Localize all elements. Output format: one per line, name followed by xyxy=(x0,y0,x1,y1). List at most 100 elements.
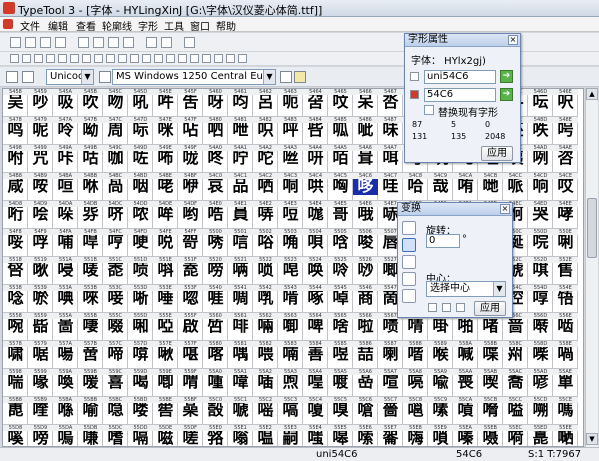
glyph-cell[interactable]: 唿 553F xyxy=(178,285,203,313)
glyph-cell[interactable]: 吹 545B xyxy=(78,89,103,117)
glyph-cell[interactable]: 啿 557F xyxy=(178,341,203,369)
glyph-cell[interactable]: 呮 5482 xyxy=(253,117,278,145)
redo-icon[interactable] xyxy=(161,37,172,48)
menu-view[interactable]: 查看 xyxy=(76,18,96,33)
glyph-cell[interactable]: 嗣 55E3 xyxy=(278,425,303,446)
glyph-cell[interactable]: 嗤 55E4 xyxy=(303,425,328,446)
glyph-cell[interactable]: 喃 5583 xyxy=(278,341,303,369)
glyph-cell[interactable]: 唍 550D xyxy=(528,229,553,257)
glyph-cell[interactable]: 呁 5461 xyxy=(228,89,253,117)
glyph-cell[interactable]: 哅 54C5 xyxy=(328,173,353,201)
glyph-cell[interactable]: 嗈 55C8 xyxy=(403,397,428,425)
glyph-cell[interactable]: 啸 5578 xyxy=(3,341,28,369)
glyph-cell[interactable]: 喋 558B xyxy=(478,341,503,369)
glyph-cell[interactable]: 員 54E1 xyxy=(228,201,253,229)
glyph-cell[interactable]: 啚 555A xyxy=(53,313,78,341)
new-icon[interactable] xyxy=(10,37,21,48)
glyph-cell[interactable]: 啎 554E xyxy=(553,285,578,313)
glyph-cell[interactable]: 哤 54E4 xyxy=(303,201,328,229)
glyph-cell[interactable]: 啺 557A xyxy=(53,341,78,369)
glyph-cell[interactable]: 啜 555C xyxy=(103,313,128,341)
menu-tools[interactable]: 工具 xyxy=(164,18,184,33)
scroll-thumb[interactable] xyxy=(587,198,597,258)
glyph-cell[interactable]: 喢 55A2 xyxy=(253,369,278,397)
glyph-cell[interactable]: 嗦 55E6 xyxy=(353,425,378,446)
glyph-cell[interactable]: 咗 549D xyxy=(128,145,153,173)
glyph-cell[interactable]: 啾 557E xyxy=(153,341,178,369)
glyph-cell[interactable]: 哙 54D9 xyxy=(28,201,53,229)
glyph-cell[interactable]: 唸 5538 xyxy=(3,285,28,313)
glyph-cell[interactable]: 唀 5500 xyxy=(203,229,228,257)
glyph-cell[interactable]: 喀 5580 xyxy=(203,341,228,369)
measure-tool-icon[interactable] xyxy=(130,54,139,63)
glyph-cell[interactable]: 唺 553A xyxy=(53,285,78,313)
glyph-cell[interactable]: 喟 559F xyxy=(178,369,203,397)
glyph-cell[interactable]: 唝 551D xyxy=(128,257,153,285)
color-tool-icon[interactable] xyxy=(178,54,187,63)
apply-name-icon[interactable]: ➔ xyxy=(500,70,513,83)
glyph-cell[interactable]: 嗨 55E8 xyxy=(403,425,428,446)
glyph-cell[interactable]: 喘 5598 xyxy=(3,369,28,397)
glyph-cell[interactable]: 喺 55BA xyxy=(53,397,78,425)
apply-unicode-icon[interactable]: ➔ xyxy=(500,88,513,101)
glyph-cell[interactable]: 呃 5463 xyxy=(278,89,303,117)
glyph-cell[interactable]: 咡 54A7 xyxy=(378,145,403,173)
glyph-cell[interactable]: 嗝 55DD xyxy=(128,425,153,446)
glyph-cell[interactable]: 吼 545D xyxy=(128,89,153,117)
glyph-cell[interactable]: 啹 5579 xyxy=(28,341,53,369)
glyph-cell[interactable]: 哿 54FF xyxy=(178,229,203,257)
glyph-cell[interactable]: 嗇 55C7 xyxy=(378,397,403,425)
glyph-cell[interactable]: 哦 54E6 xyxy=(353,201,378,229)
glyph-cell[interactable]: 喉 5589 xyxy=(428,341,453,369)
vertical-scrollbar[interactable]: ▲ ▼ xyxy=(585,88,598,447)
glyph-cell[interactable]: 喿 55BF xyxy=(178,397,203,425)
glyph-cell[interactable]: 啮 556E xyxy=(553,313,578,341)
glyph-cell[interactable]: 啝 555D xyxy=(128,313,153,341)
glyph-cell[interactable]: 呀 5460 xyxy=(203,89,228,117)
glyph-cell[interactable]: 哂 54C2 xyxy=(253,173,278,201)
glyph-cell[interactable]: 哃 54C3 xyxy=(278,173,303,201)
unicode-field[interactable]: 54C6 xyxy=(424,88,496,102)
glyph-cell[interactable]: 嗘 55D8 xyxy=(3,425,28,446)
glyph-cell[interactable]: 哭 54ED xyxy=(528,201,553,229)
glyph-cell[interactable]: 嗞 55DE xyxy=(153,425,178,446)
glyph-cell[interactable]: 哇 54C7 xyxy=(378,173,403,201)
glyph-cell[interactable]: 喣 55A3 xyxy=(278,369,303,397)
skew-transform-icon[interactable] xyxy=(402,272,416,286)
glyph-cell[interactable]: 哺 54FA xyxy=(53,229,78,257)
glyph-cell[interactable]: 喽 55BD xyxy=(128,397,153,425)
glyph-cell[interactable]: 喎 558E xyxy=(553,341,578,369)
glyph-cell[interactable]: 哼 54FC xyxy=(103,229,128,257)
codepage-select[interactable]: MS Windows 1250 Central European ▼ xyxy=(112,69,276,85)
grid-tool-icon[interactable] xyxy=(214,54,223,63)
glyph-cell[interactable]: 唘 5518 xyxy=(3,257,28,285)
menu-window[interactable]: 窗口 xyxy=(190,18,210,33)
glyph-cell[interactable]: 唹 5539 xyxy=(28,285,53,313)
glyph-cell[interactable]: 啣 5563 xyxy=(278,313,303,341)
zoom-tool-icon[interactable] xyxy=(154,54,163,63)
glyph-cell[interactable]: 咛 54A1 xyxy=(228,145,253,173)
glyph-cell[interactable]: 咚 54A0 xyxy=(203,145,228,173)
glyph-cell[interactable]: 唜 551C xyxy=(103,257,128,285)
glyph-cell[interactable]: 呩 547D xyxy=(128,117,153,145)
glyph-cell[interactable]: 嗅 55C5 xyxy=(328,397,353,425)
glyph-cell[interactable]: 呯 5483 xyxy=(278,117,303,145)
open-icon[interactable] xyxy=(25,37,36,48)
glyph-cell[interactable]: 咞 54A4 xyxy=(303,145,328,173)
glyph-cell[interactable]: 哢 54E2 xyxy=(253,201,278,229)
glyph-cell[interactable]: 唆 5506 xyxy=(353,229,378,257)
pen-tool-icon[interactable] xyxy=(34,54,43,63)
scale-tool-icon[interactable] xyxy=(94,54,103,63)
grid-view-icon[interactable] xyxy=(294,71,306,83)
glyph-cell[interactable]: 鸣 5478 xyxy=(3,117,28,145)
glyph-cell[interactable]: 咼 54BC xyxy=(103,173,128,201)
glyph-cell[interactable]: 啽 557D xyxy=(128,341,153,369)
menu-file[interactable]: 文件 xyxy=(20,18,40,33)
glyph-cell[interactable]: 啦 5566 xyxy=(353,313,378,341)
glyph-cell[interactable]: 呹 548D xyxy=(528,117,553,145)
glyph-cell[interactable]: 喦 55A6 xyxy=(353,369,378,397)
pin-transform-icon[interactable] xyxy=(442,303,451,312)
glyph-cell[interactable]: 呅 5465 xyxy=(328,89,353,117)
glyph-cell[interactable]: 喍 558D xyxy=(528,341,553,369)
glyph-cell[interactable]: 哘 54D8 xyxy=(3,201,28,229)
